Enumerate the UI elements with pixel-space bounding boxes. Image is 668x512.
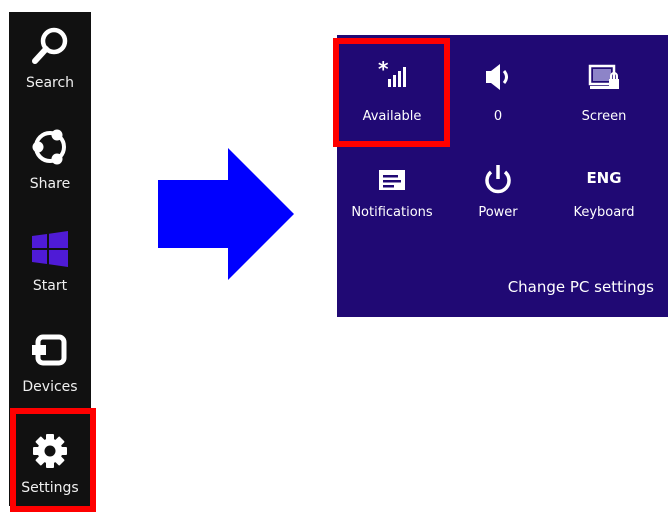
- gear-icon: [33, 434, 67, 468]
- change-pc-settings-link[interactable]: Change PC settings: [508, 278, 654, 296]
- screen-tile[interactable]: Screen: [551, 45, 657, 135]
- share-icon: [32, 129, 66, 165]
- keyboard-icon: ENG: [586, 169, 622, 187]
- screenshot-canvas: Search Share Start Devices Settings * Av…: [0, 0, 668, 512]
- screen-brightness-icon: [588, 64, 619, 89]
- notifications-tile-label: Notifications: [351, 205, 433, 220]
- right-arrow-icon: [158, 148, 294, 280]
- charm-share[interactable]: Share: [9, 113, 91, 213]
- network-tile-label: Available: [362, 109, 422, 124]
- keyboard-tile[interactable]: ENG Keyboard: [551, 153, 657, 243]
- charm-start-label: Start: [32, 278, 68, 294]
- power-icon: [485, 165, 511, 194]
- charm-share-label: Share: [29, 176, 71, 192]
- volume-icon: [486, 64, 508, 90]
- search-icon: [32, 27, 68, 64]
- settings-panel: * Available 0 Screen Notifications Power…: [337, 35, 668, 317]
- charms-bar: Search Share Start Devices Settings: [9, 12, 91, 506]
- charm-search[interactable]: Search: [9, 12, 91, 112]
- notifications-tile[interactable]: Notifications: [339, 153, 445, 243]
- network-tile[interactable]: * Available: [339, 45, 445, 135]
- charm-settings-label: Settings: [21, 480, 79, 496]
- charm-devices[interactable]: Devices: [9, 316, 91, 416]
- volume-tile[interactable]: 0: [445, 45, 551, 135]
- windows-logo-icon: [32, 231, 68, 267]
- screen-tile-label: Screen: [581, 109, 627, 124]
- volume-tile-label: 0: [493, 109, 503, 124]
- charm-search-label: Search: [25, 75, 75, 91]
- keyboard-tile-label: Keyboard: [573, 205, 635, 220]
- charm-devices-label: Devices: [22, 379, 78, 395]
- charm-start[interactable]: Start: [9, 215, 91, 315]
- network-signal-icon: *: [378, 59, 406, 87]
- svg-text:*: *: [378, 59, 389, 81]
- charm-settings[interactable]: Settings: [9, 417, 91, 512]
- power-tile-label: Power: [478, 205, 518, 220]
- notifications-icon: [379, 170, 405, 190]
- power-tile[interactable]: Power: [445, 153, 551, 243]
- devices-icon: [32, 334, 67, 366]
